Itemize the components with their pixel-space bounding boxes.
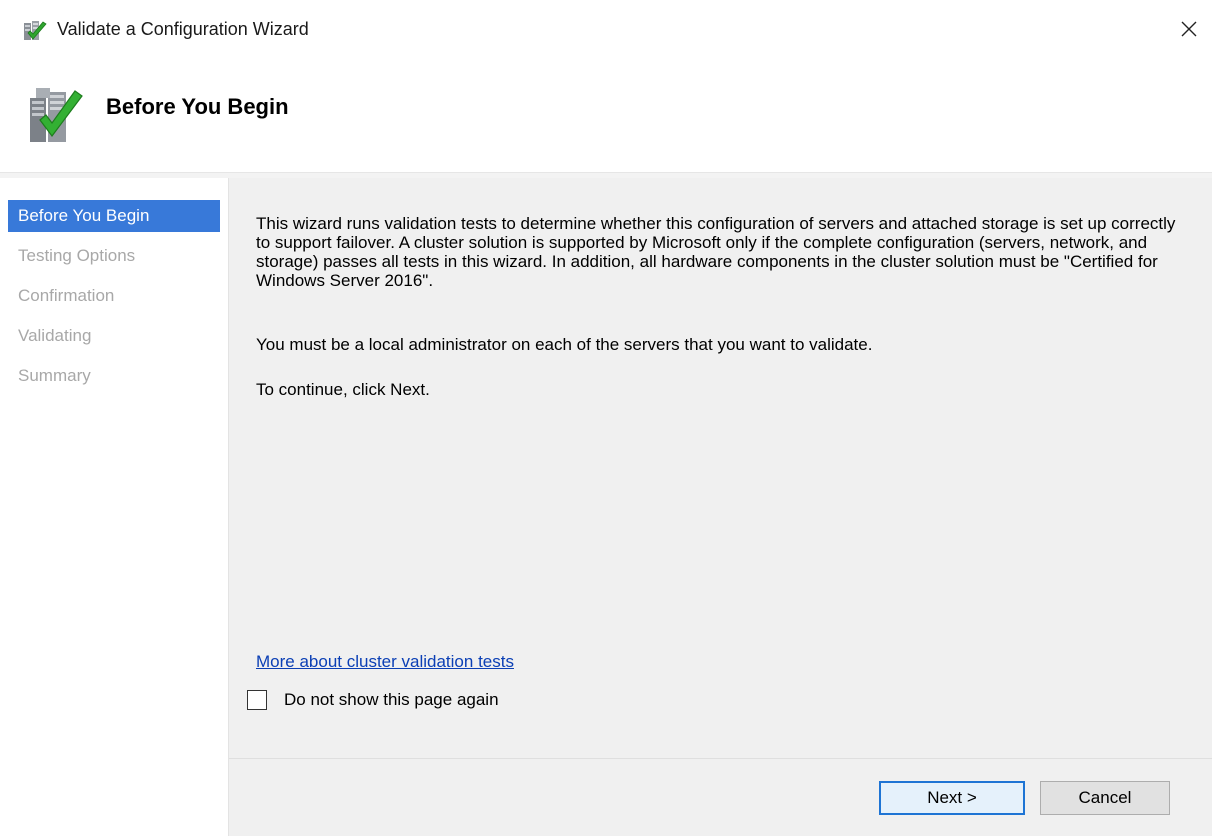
server-checkmark-icon — [26, 86, 84, 146]
sidebar-item-before-you-begin[interactable]: Before You Begin — [8, 200, 220, 232]
wizard-steps-sidebar: Before You Begin Testing Options Confirm… — [0, 178, 229, 836]
sidebar-item-summary: Summary — [18, 366, 91, 385]
cluster-validation-info-link[interactable]: More about cluster validation tests — [256, 652, 514, 672]
do-not-show-again-checkbox[interactable] — [247, 690, 267, 710]
cancel-button[interactable]: Cancel — [1040, 781, 1170, 815]
wizard-header: Before You Begin — [0, 62, 1212, 172]
do-not-show-again-row[interactable]: Do not show this page again — [247, 688, 499, 712]
wizard-footer: Next > Cancel — [229, 758, 1212, 836]
sidebar-item-testing-options: Testing Options — [18, 246, 136, 265]
wizard-content: This wizard runs validation tests to det… — [229, 178, 1212, 758]
intro-paragraph: This wizard runs validation tests to det… — [256, 214, 1176, 290]
admin-requirement-text: You must be a local administrator on eac… — [256, 335, 873, 354]
window-title: Validate a Configuration Wizard — [57, 19, 309, 39]
continue-instruction-text: To continue, click Next. — [256, 380, 430, 399]
next-button[interactable]: Next > — [879, 781, 1025, 815]
title-bar: Validate a Configuration Wizard — [0, 0, 1212, 62]
sidebar-item-confirmation: Confirmation — [18, 286, 115, 305]
page-title: Before You Begin — [106, 94, 289, 119]
sidebar-item-validating: Validating — [18, 326, 92, 345]
do-not-show-again-label[interactable]: Do not show this page again — [284, 690, 499, 710]
close-button[interactable] — [1166, 0, 1212, 62]
cluster-validate-icon — [22, 20, 48, 44]
close-icon — [1181, 21, 1197, 42]
wizard-window: Validate a Configuration Wizard Before Y… — [0, 0, 1212, 836]
